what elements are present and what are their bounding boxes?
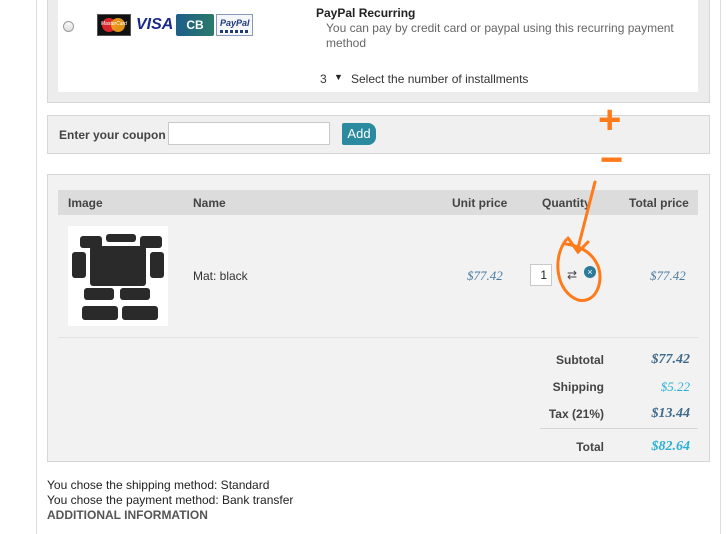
header-quantity: Quantity <box>542 196 591 210</box>
shipping-label: Shipping <box>552 380 604 394</box>
header-name: Name <box>193 196 226 210</box>
subtotal-label: Subtotal <box>556 353 604 367</box>
shipping-value: $5.22 <box>660 379 690 394</box>
tax-value: $13.44 <box>651 406 691 421</box>
paypal-logo-text: PayPal <box>220 18 250 28</box>
payment-method-radio[interactable] <box>63 21 74 32</box>
installments-label: Select the number of installments <box>351 72 529 86</box>
quantity-input[interactable]: 1 <box>530 264 552 286</box>
tax-label: Tax (21%) <box>548 407 604 421</box>
subtotal-value: $77.42 <box>651 352 691 367</box>
refresh-icon[interactable]: ⇄ <box>567 268 577 282</box>
mastercard-logo: MasterCard <box>97 14 131 36</box>
shipping-method-info: You chose the shipping method: Standard <box>47 478 270 492</box>
additional-information-heading: ADDITIONAL INFORMATION <box>47 508 208 522</box>
annotation-plus-sign: + <box>598 98 622 142</box>
row-divider <box>58 337 698 338</box>
header-unit-price: Unit price <box>452 196 508 210</box>
total-label: Total <box>576 440 604 454</box>
page-border-right <box>720 0 721 534</box>
dropdown-arrow-icon[interactable]: ▼ <box>334 72 343 82</box>
page-border-left <box>36 0 37 534</box>
unit-price: $77.42 <box>467 268 503 283</box>
add-coupon-button[interactable]: Add <box>342 123 376 145</box>
cb-logo: CB <box>176 14 214 36</box>
header-total-price: Total price <box>629 196 689 210</box>
summary-divider <box>540 428 698 429</box>
annotation-minus-sign: − <box>600 138 624 182</box>
mastercard-logo-text: MasterCard <box>100 21 128 27</box>
coupon-input[interactable] <box>168 122 330 145</box>
product-image[interactable] <box>68 226 168 326</box>
item-total-price: $77.42 <box>650 268 686 283</box>
remove-icon[interactable]: × <box>584 266 596 278</box>
payment-method-info: You chose the payment method: Bank trans… <box>47 493 294 507</box>
visa-logo: VISA <box>136 16 174 33</box>
installments-select[interactable]: 3 <box>320 72 327 86</box>
payment-method-description: You can pay by credit card or paypal usi… <box>326 21 674 50</box>
coupon-label: Enter your coupon <box>59 128 166 142</box>
cart-table-header <box>58 190 698 215</box>
product-name[interactable]: Mat: black <box>193 269 248 283</box>
paypal-logo: PayPal <box>216 14 253 36</box>
total-value: $82.64 <box>651 439 691 454</box>
payment-method-name: PayPal Recurring <box>316 6 416 20</box>
header-image: Image <box>68 196 103 210</box>
